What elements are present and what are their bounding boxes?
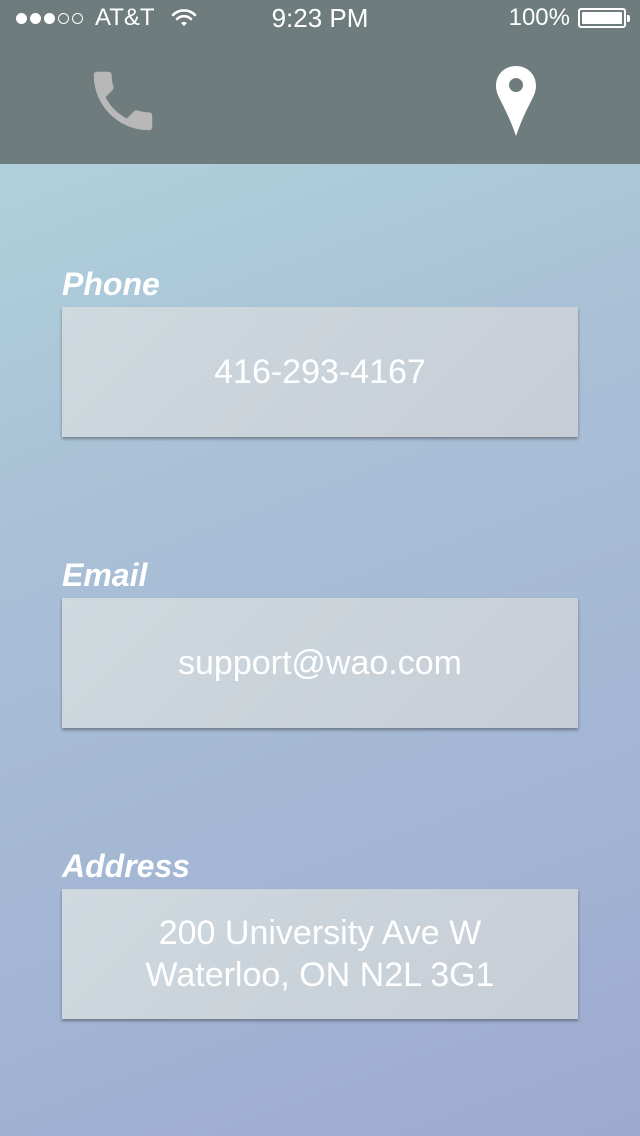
status-bar: AT&T 9:23 PM 100% — [0, 0, 640, 36]
status-right: 100% — [508, 4, 630, 32]
battery-fill — [582, 12, 622, 24]
phone-value[interactable]: 416-293-4167 — [214, 351, 426, 393]
address-value[interactable]: 200 University Ave W Waterloo, ON N2L 3G… — [146, 912, 495, 996]
phone-tab-button[interactable] — [84, 62, 162, 140]
top-bar: AT&T 9:23 PM 100% — [0, 0, 640, 164]
address-label: Address — [62, 848, 191, 884]
battery-tip — [627, 15, 630, 22]
address-line-2: Waterloo, ON N2L 3G1 — [145, 956, 495, 994]
map-tab-button[interactable] — [494, 64, 538, 138]
email-value[interactable]: support@wao.com — [178, 642, 462, 684]
phone-icon — [93, 71, 153, 131]
address-card[interactable]: 200 University Ave W Waterloo, ON N2L 3G… — [62, 889, 578, 1019]
battery-percent: 100% — [508, 4, 570, 31]
email-label: Email — [62, 557, 148, 593]
phone-label: Phone — [62, 266, 160, 302]
phone-card[interactable]: 416-293-4167 — [62, 307, 578, 437]
map-pin-icon — [496, 66, 536, 136]
address-line-1: 200 University Ave W — [158, 914, 482, 952]
battery-icon — [578, 8, 630, 28]
email-card[interactable]: support@wao.com — [62, 598, 578, 728]
